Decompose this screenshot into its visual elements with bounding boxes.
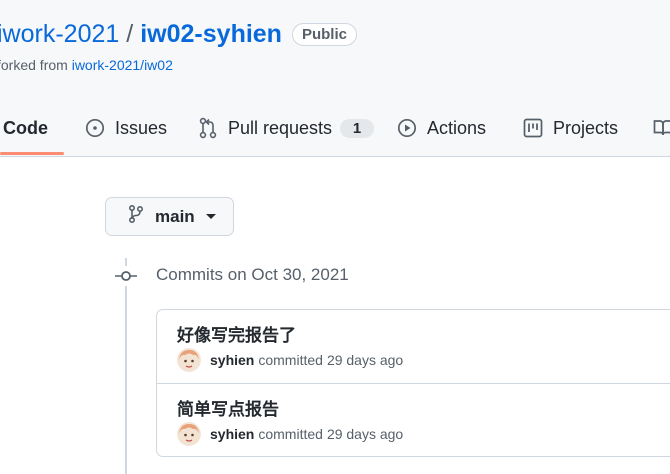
repo-title: iwork-2021 / iw02-syhien Public: [0, 16, 357, 52]
active-tab-underline: [0, 152, 64, 155]
fork-source-link[interactable]: iwork-2021/iw02: [72, 57, 173, 73]
tab-issues[interactable]: Issues: [84, 103, 167, 153]
commit-action: committed: [258, 352, 323, 368]
tab-actions[interactable]: Actions: [396, 103, 486, 153]
commit-row: 好像写完报告了 syhien committed 29 days ago: [157, 310, 670, 384]
repo-owner-link[interactable]: iwork-2021: [0, 20, 119, 49]
repo-separator: /: [126, 19, 134, 48]
branch-name: main: [155, 206, 195, 226]
commit-action: committed: [258, 426, 323, 442]
commit-author[interactable]: syhien: [210, 352, 254, 368]
tab-actions-label: Actions: [427, 117, 487, 138]
project-icon: [522, 117, 544, 139]
commit-message-link[interactable]: 好像写完报告了: [177, 321, 296, 346]
tab-wiki[interactable]: [652, 103, 670, 153]
tab-projects[interactable]: Projects: [522, 103, 618, 153]
tab-code-label: Code: [3, 117, 48, 138]
book-icon: [652, 117, 670, 139]
repo-nav-tabs: Code Issues Pull requests 1 Actions Proj…: [0, 103, 670, 157]
tab-pull-requests[interactable]: Pull requests 1: [197, 103, 375, 153]
commit-row: 简单写点报告 syhien committed 29 days ago: [157, 384, 670, 456]
repo-name-link[interactable]: iw02-syhien: [140, 20, 282, 49]
repo-header: iwork-2021 / iw02-syhien Public forked f…: [0, 0, 670, 157]
tab-code[interactable]: Code: [0, 103, 64, 155]
pull-requests-count: 1: [340, 118, 375, 138]
commit-meta: syhien committed 29 days ago: [177, 348, 403, 372]
tab-pull-requests-label: Pull requests: [228, 117, 333, 138]
tab-projects-label: Projects: [553, 117, 619, 138]
fork-info: forked from iwork-2021/iw02: [0, 57, 173, 73]
git-branch-icon: [127, 204, 145, 229]
commit-message-link[interactable]: 简单写点报告: [177, 395, 279, 420]
commit-author[interactable]: syhien: [210, 426, 254, 442]
avatar[interactable]: [177, 348, 201, 372]
timeline-line: [125, 258, 127, 474]
git-commit-icon: [115, 266, 137, 286]
issue-opened-icon: [84, 117, 106, 139]
commit-time: 29 days ago: [326, 426, 404, 442]
fork-prefix: forked from: [0, 57, 72, 73]
branch-select-button[interactable]: main: [105, 197, 234, 236]
commits-date-heading: Commits on Oct 30, 2021: [156, 265, 349, 284]
chevron-down-icon: [205, 214, 216, 219]
git-pull-request-icon: [197, 117, 219, 139]
visibility-badge: Public: [291, 22, 357, 46]
commit-time: 29 days ago: [326, 352, 404, 368]
commit-meta: syhien committed 29 days ago: [177, 422, 403, 446]
commit-list: 好像写完报告了 syhien committed 29 days ago 简单写…: [156, 309, 670, 457]
play-icon: [396, 117, 418, 139]
avatar[interactable]: [177, 422, 201, 446]
tab-issues-label: Issues: [115, 117, 168, 138]
